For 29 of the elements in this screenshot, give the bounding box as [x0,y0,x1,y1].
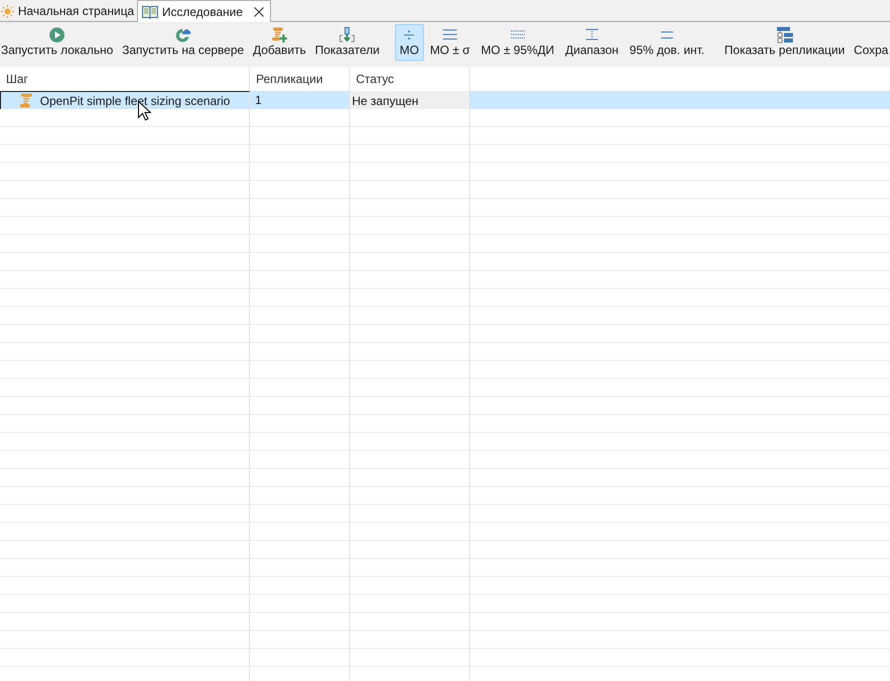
sun-icon [1,4,14,18]
play-icon [49,26,66,42]
tab[interactable]: Исследование [137,0,271,22]
dotted-lines-icon [510,30,525,39]
three-lines-icon [442,29,457,40]
tree-icon [776,26,793,42]
toolbar-button[interactable]: Запустить локально [0,24,118,61]
toggle-button[interactable]: Диапазон [560,24,624,61]
toolbar-button[interactable]: Запустить на сервере [118,24,248,61]
divide-icon [403,30,416,40]
book-icon [142,4,158,18]
toolbar-button[interactable]: Сохра [850,24,890,61]
toggle-button[interactable]: МО ± σ [424,24,475,61]
scroll-icon [19,93,34,108]
toggle-button[interactable]: МО ± 95%ДИ [476,24,560,61]
ring-cloud-icon [175,26,192,42]
tab[interactable]: Начальная страница [0,1,138,21]
two-lines-icon [660,30,673,38]
toggle-button[interactable]: МО [394,24,424,61]
column-header[interactable]: Шаг [0,67,250,91]
toolbar-button[interactable]: Добавить [248,24,310,61]
arrow-into-bracket-icon [339,26,356,42]
table-cell: Не запущен [350,91,470,109]
close-icon[interactable] [254,6,264,16]
scroll-plus-icon [271,26,288,42]
toolbar-button[interactable]: Показать репликации [720,24,849,61]
toggle-button[interactable]: 95% дов. инт. [624,24,710,61]
range-icon [586,29,598,40]
toolbar-button[interactable]: Показатели [310,24,384,61]
